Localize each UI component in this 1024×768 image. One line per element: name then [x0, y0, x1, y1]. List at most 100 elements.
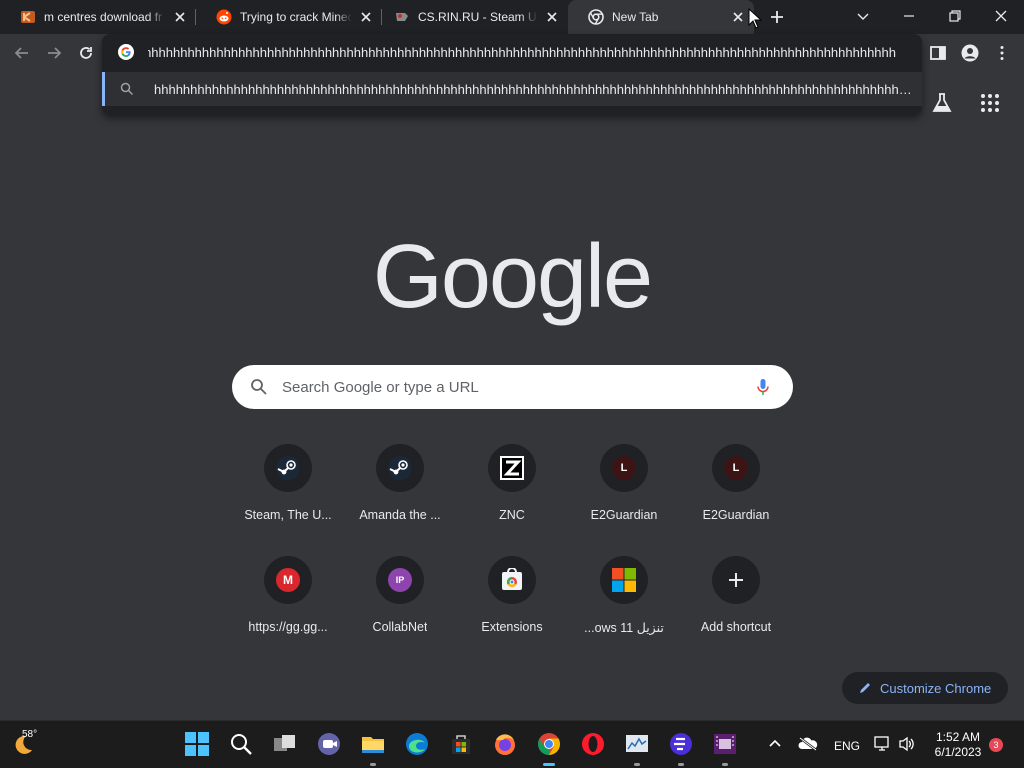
forward-arrow-icon[interactable] [44, 43, 64, 63]
shortcut-tile[interactable]: ZNC [456, 442, 568, 554]
google-g-icon [118, 44, 134, 60]
tab-title: New Tab [612, 10, 659, 24]
shortcut-icon-circle [488, 444, 536, 492]
tab-close-icon[interactable] [730, 9, 746, 25]
tab-2[interactable]: Trying to crack Minecra [196, 0, 382, 34]
tab-close-icon[interactable] [358, 9, 374, 25]
file-explorer-icon[interactable] [360, 731, 386, 757]
language-indicator[interactable]: ENG [834, 739, 860, 753]
running-indicator [634, 763, 640, 766]
network-icon[interactable] [874, 735, 892, 753]
tab-1[interactable]: m centres download fr [0, 0, 196, 34]
running-indicator [722, 763, 728, 766]
shortcut-icon-circle: L [600, 444, 648, 492]
letter-l-icon: L [612, 456, 636, 480]
restore-icon[interactable] [945, 6, 965, 26]
omnibox-dropdown: hhhhhhhhhhhhhhhhhhhhhhhhhhhhhhhhhhhhhhhh… [102, 34, 922, 114]
tab-title: Trying to crack Minecra [240, 10, 352, 24]
shortcut-tile[interactable]: M https://gg.gg... [232, 554, 344, 666]
shortcut-tile[interactable]: Extensions [456, 554, 568, 666]
weather-temp: 58° [22, 729, 38, 740]
suggestion-text: hhhhhhhhhhhhhhhhhhhhhhhhhhhhhhhhhhhhhhhh… [154, 81, 914, 97]
minimize-icon[interactable] [899, 6, 919, 26]
teams-chat-icon[interactable] [316, 731, 342, 757]
mega-icon: M [276, 568, 300, 592]
search-icon [120, 82, 134, 96]
running-indicator [370, 763, 376, 766]
tab-close-icon[interactable] [172, 9, 188, 25]
microsoft-store-icon[interactable] [448, 731, 474, 757]
search-input[interactable] [282, 378, 753, 396]
chrome-icon[interactable] [536, 731, 562, 757]
chrome-menu-icon[interactable] [993, 44, 1011, 62]
shortcut-icon-circle: M [264, 556, 312, 604]
shortcut-label: https://gg.gg... [248, 620, 328, 634]
reload-icon[interactable] [76, 43, 96, 63]
reddit-favicon [216, 9, 232, 25]
shortcut-icon-circle [376, 444, 424, 492]
shortcut-tile[interactable]: ...ows 11 تنزيل [568, 554, 680, 666]
opera-icon[interactable] [580, 731, 606, 757]
media-player-icon[interactable] [712, 731, 738, 757]
search-icon[interactable] [228, 731, 254, 757]
volume-icon[interactable] [898, 735, 916, 753]
shortcut-tile[interactable]: L E2Guardian [680, 442, 792, 554]
shortcut-label: Extensions [481, 620, 543, 634]
edge-icon[interactable] [404, 731, 430, 757]
shortcut-tile[interactable]: L E2Guardian [568, 442, 680, 554]
windows-start-icon[interactable] [184, 731, 210, 757]
close-window-icon[interactable] [991, 6, 1011, 26]
side-panel-icon[interactable] [929, 44, 947, 62]
shortcut-tiles: Steam, The U... Amanda the ... ZNC L E2G… [232, 442, 792, 642]
chrome-store-icon [502, 568, 522, 590]
tab-close-icon[interactable] [544, 9, 560, 25]
pencil-icon [860, 683, 870, 693]
resource-monitor-icon[interactable] [624, 731, 650, 757]
tab-search-chevron-icon[interactable] [853, 6, 873, 26]
omnibox-suggestion[interactable]: hhhhhhhhhhhhhhhhhhhhhhhhhhhhhhhhhhhhhhhh… [102, 72, 922, 106]
google-apps-grid-icon[interactable] [979, 92, 1001, 114]
task-view-icon[interactable] [272, 731, 298, 757]
csrin-favicon [396, 13, 408, 21]
running-indicator [678, 763, 684, 766]
windows-taskbar: 58° ENG 1:52 AM 6/1/2023 3 [0, 720, 1024, 768]
new-tab-plus-icon[interactable] [769, 9, 785, 25]
address-bar[interactable]: hhhhhhhhhhhhhhhhhhhhhhhhhhhhhhhhhhhhhhhh… [102, 34, 922, 70]
ntp-search-box[interactable] [232, 365, 793, 409]
shortcut-label: E2Guardian [590, 508, 658, 522]
shortcut-icon-circle: IP [376, 556, 424, 604]
clock-date: 6/1/2023 [934, 745, 982, 759]
windows-icon [612, 568, 636, 592]
customize-label: Customize Chrome [880, 680, 992, 696]
clock[interactable]: 1:52 AM 6/1/2023 [928, 730, 988, 760]
show-hidden-icons-chevron-icon[interactable] [768, 737, 782, 751]
address-bar-text[interactable]: hhhhhhhhhhhhhhhhhhhhhhhhhhhhhhhhhhhhhhhh… [148, 45, 896, 60]
proton-vpn-icon[interactable] [668, 731, 694, 757]
steam-icon [388, 456, 412, 480]
shortcut-label: ZNC [499, 508, 525, 522]
tab-3[interactable]: CS.RIN.RU - Steam Unc [374, 0, 568, 34]
orange-k-favicon [21, 11, 35, 23]
customize-chrome-button[interactable]: Customize Chrome [842, 672, 1008, 704]
shortcut-tile[interactable]: Steam, The U... [232, 442, 344, 554]
shortcut-label: Amanda the ... [359, 508, 441, 522]
shortcut-tile[interactable]: IP CollabNet [344, 554, 456, 666]
active-app-indicator [543, 763, 555, 766]
onedrive-offline-icon[interactable] [798, 736, 818, 752]
clock-time: 1:52 AM [935, 730, 981, 744]
profile-icon[interactable] [961, 44, 979, 62]
collabnet-icon: IP [388, 568, 412, 592]
shortcut-tile[interactable]: Amanda the ... [344, 442, 456, 554]
shortcut-label: ...ows 11 تنزيل [584, 621, 664, 635]
tab-title: m centres download fr [44, 10, 163, 24]
search-icon [251, 379, 267, 395]
voice-search-mic-icon[interactable] [753, 377, 773, 397]
add-shortcut-button[interactable]: Add shortcut [680, 554, 792, 666]
shortcut-label: Add shortcut [700, 620, 772, 634]
tab-4-active[interactable]: New Tab [568, 0, 754, 34]
labs-flask-icon[interactable] [931, 92, 953, 114]
back-arrow-icon[interactable] [12, 43, 32, 63]
shortcut-icon-circle: L [712, 444, 760, 492]
notification-badge[interactable]: 3 [989, 738, 1003, 752]
firefox-icon[interactable] [492, 731, 518, 757]
